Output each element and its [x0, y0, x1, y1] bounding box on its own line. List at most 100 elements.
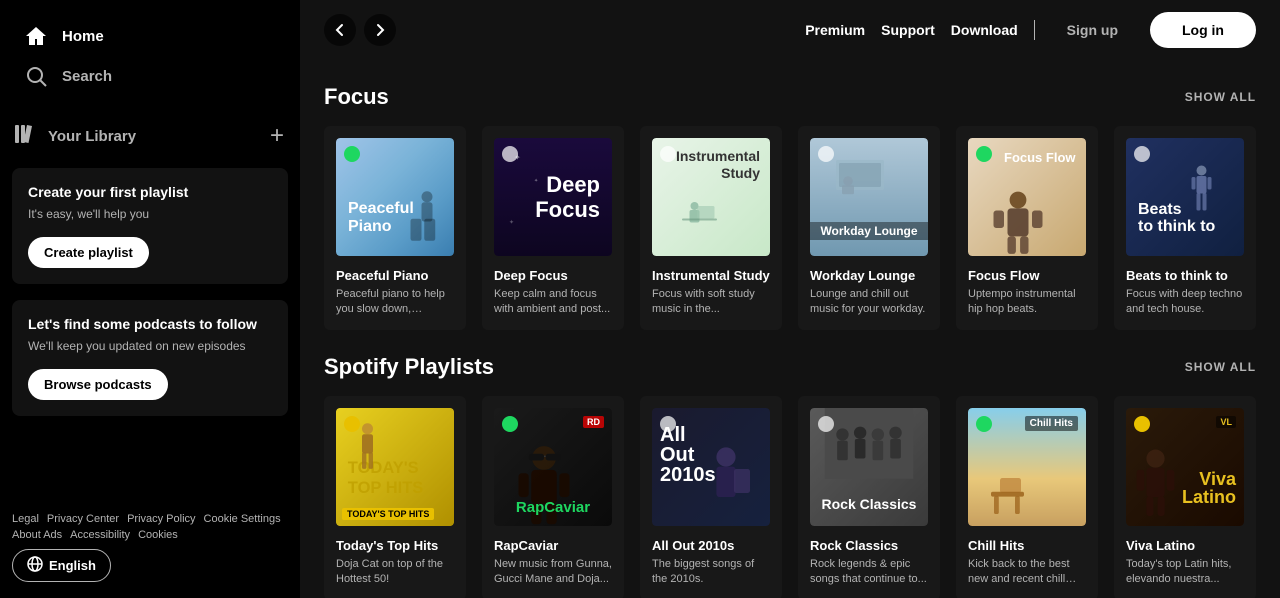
nav-back-button[interactable]	[324, 14, 356, 46]
home-icon	[24, 24, 48, 48]
main-content: Premium Support Download Sign up Log in …	[300, 0, 1280, 598]
card-img-viva-latino: VL VivaLatino	[1126, 408, 1244, 526]
card-desc-rapcaviar: New music from Gunna, Gucci Mane and Doj…	[494, 557, 612, 588]
card-img-rock-classics: Rock Classics	[810, 408, 928, 526]
is-text: InstrumentalStudy	[676, 148, 760, 182]
library-label: Your Library	[48, 128, 136, 145]
language-button[interactable]: English	[12, 549, 111, 582]
library-header: Your Library +	[0, 104, 300, 160]
card-img-rapcaviar: RD RapCaviar	[494, 408, 612, 526]
card-dot-rck	[818, 416, 834, 432]
library-header-left[interactable]: Your Library	[12, 122, 136, 150]
footer-link-about-ads[interactable]: About Ads	[12, 529, 62, 541]
card-desc-rock-classics: Rock legends & epic songs that continue …	[810, 557, 928, 588]
df-text: DeepFocus	[535, 173, 600, 221]
card-rock-classics[interactable]: Rock Classics Rock Classics Rock legends…	[798, 396, 940, 598]
card-img-focus-flow: Focus Flow	[968, 138, 1086, 256]
create-playlist-desc: It's easy, we'll help you	[28, 206, 272, 223]
card-viva-latino[interactable]: VL VivaLatino Viva Latino	[1114, 396, 1256, 598]
globe-icon	[27, 556, 43, 575]
focus-cards-grid: PeacefulPiano Peaceful Piano Peaceful pi…	[324, 126, 1256, 330]
card-img-deep-focus: DeepFocus ✦ ✦ ✦	[494, 138, 612, 256]
ff-figure	[978, 186, 1058, 256]
add-library-button[interactable]: +	[266, 120, 288, 152]
support-link[interactable]: Support	[881, 22, 935, 38]
browse-podcasts-button[interactable]: Browse podcasts	[28, 369, 168, 400]
card-title-deep-focus: Deep Focus	[494, 268, 612, 283]
card-title-chill-hits: Chill Hits	[968, 538, 1086, 553]
card-dot-peaceful-piano	[344, 146, 360, 162]
sidebar-item-search[interactable]: Search	[12, 56, 288, 96]
card-img-peaceful-piano: PeacefulPiano	[336, 138, 454, 256]
card-title-todays-top-hits: Today's Top Hits	[336, 538, 454, 553]
pp-text: PeacefulPiano	[348, 200, 414, 236]
create-playlist-button[interactable]: Create playlist	[28, 237, 149, 268]
signup-button[interactable]: Sign up	[1051, 14, 1134, 46]
card-all-out-2010s[interactable]: AllOut2010s All Out 2010s The biggest so…	[640, 396, 782, 598]
focus-show-all-button[interactable]: Show all	[1185, 90, 1256, 104]
footer-link-cookies[interactable]: Cookies	[138, 529, 178, 541]
vl-badge: VL	[1216, 416, 1236, 428]
card-deep-focus[interactable]: DeepFocus ✦ ✦ ✦ Deep Focus Keep calm and…	[482, 126, 624, 330]
sidebar-item-home[interactable]: Home	[12, 16, 288, 56]
card-todays-top-hits[interactable]: TODAY'S TOP HITS TODAY'S TOP HITS Today'…	[324, 396, 466, 598]
library-icon	[12, 122, 36, 150]
language-label: English	[49, 558, 96, 573]
card-peaceful-piano[interactable]: PeacefulPiano Peaceful Piano Peaceful pi…	[324, 126, 466, 330]
card-desc-all-out-2010s: The biggest songs of the 2010s.	[652, 557, 770, 588]
card-dot-instrumental-study	[660, 146, 676, 162]
sidebar-top-nav: Home Search	[0, 0, 300, 104]
download-link[interactable]: Download	[951, 22, 1018, 38]
footer-link-cookie-settings[interactable]: Cookie Settings	[204, 513, 281, 525]
card-dot-deep-focus	[502, 146, 518, 162]
card-dot-beats-to-think	[1134, 146, 1150, 162]
card-title-workday-lounge: Workday Lounge	[810, 268, 928, 283]
rc-text: RapCaviar	[494, 499, 612, 516]
card-dot-rc	[502, 416, 518, 432]
footer-link-accessibility[interactable]: Accessibility	[70, 529, 130, 541]
sidebar-home-label: Home	[62, 28, 104, 45]
card-dot-ch	[976, 416, 992, 432]
card-desc-focus-flow: Uptempo instrumental hip hop beats.	[968, 287, 1086, 318]
is-figure	[667, 196, 737, 246]
card-chill-hits[interactable]: Chill Hits Chill Hits Kick back to the b…	[956, 396, 1098, 598]
card-dot-workday-lounge	[818, 146, 834, 162]
bt-text: Beatsto think to	[1138, 201, 1215, 236]
nav-arrows	[324, 14, 396, 46]
card-instrumental-study[interactable]: InstrumentalStudy Instrumental Study Foc…	[640, 126, 782, 330]
card-desc-peaceful-piano: Peaceful piano to help you slow down, br…	[336, 287, 454, 318]
card-dot-vl	[1134, 416, 1150, 432]
header-divider	[1034, 20, 1035, 40]
card-rapcaviar[interactable]: RD RapCaviar	[482, 396, 624, 598]
rc-badge: RD	[583, 416, 604, 428]
nav-forward-button[interactable]	[364, 14, 396, 46]
footer-link-privacy-policy[interactable]: Privacy Policy	[127, 513, 195, 525]
card-dot-ao	[660, 416, 676, 432]
card-dot-tth	[344, 416, 360, 432]
card-desc-deep-focus: Keep calm and focus with ambient and pos…	[494, 287, 612, 318]
tth-badge: TODAY'S TOP HITS	[342, 508, 434, 520]
login-button[interactable]: Log in	[1150, 12, 1256, 48]
search-icon	[24, 64, 48, 88]
footer-link-legal[interactable]: Legal	[12, 513, 39, 525]
ao-text: AllOut2010s	[660, 425, 716, 485]
card-desc-instrumental-study: Focus with soft study music in the...	[652, 287, 770, 318]
card-workday-lounge[interactable]: Workday Lounge Workday Lounge Lounge and…	[798, 126, 940, 330]
card-beats-to-think[interactable]: Beatsto think to Beats to think to Focus…	[1114, 126, 1256, 330]
create-playlist-card: Create your first playlist It's easy, we…	[12, 168, 288, 284]
premium-link[interactable]: Premium	[805, 22, 865, 38]
card-desc-beats-to-think: Focus with deep techno and tech house.	[1126, 287, 1244, 318]
card-title-beats-to-think: Beats to think to	[1126, 268, 1244, 283]
focus-section-header: Focus Show all	[324, 84, 1256, 110]
card-dot-focus-flow	[976, 146, 992, 162]
card-title-instrumental-study: Instrumental Study	[652, 268, 770, 283]
card-focus-flow[interactable]: Focus Flow Focus Flow Uptempo instrument…	[956, 126, 1098, 330]
card-img-instrumental-study: InstrumentalStudy	[652, 138, 770, 256]
ff-text: Focus Flow	[1004, 150, 1076, 165]
playlists-show-all-button[interactable]: Show all	[1185, 360, 1256, 374]
card-img-beats-to-think: Beatsto think to	[1126, 138, 1244, 256]
card-title-focus-flow: Focus Flow	[968, 268, 1086, 283]
wl-text: Workday Lounge	[810, 222, 928, 240]
footer-link-privacy-center[interactable]: Privacy Center	[47, 513, 119, 525]
card-desc-chill-hits: Kick back to the best new and recent chi…	[968, 557, 1086, 588]
